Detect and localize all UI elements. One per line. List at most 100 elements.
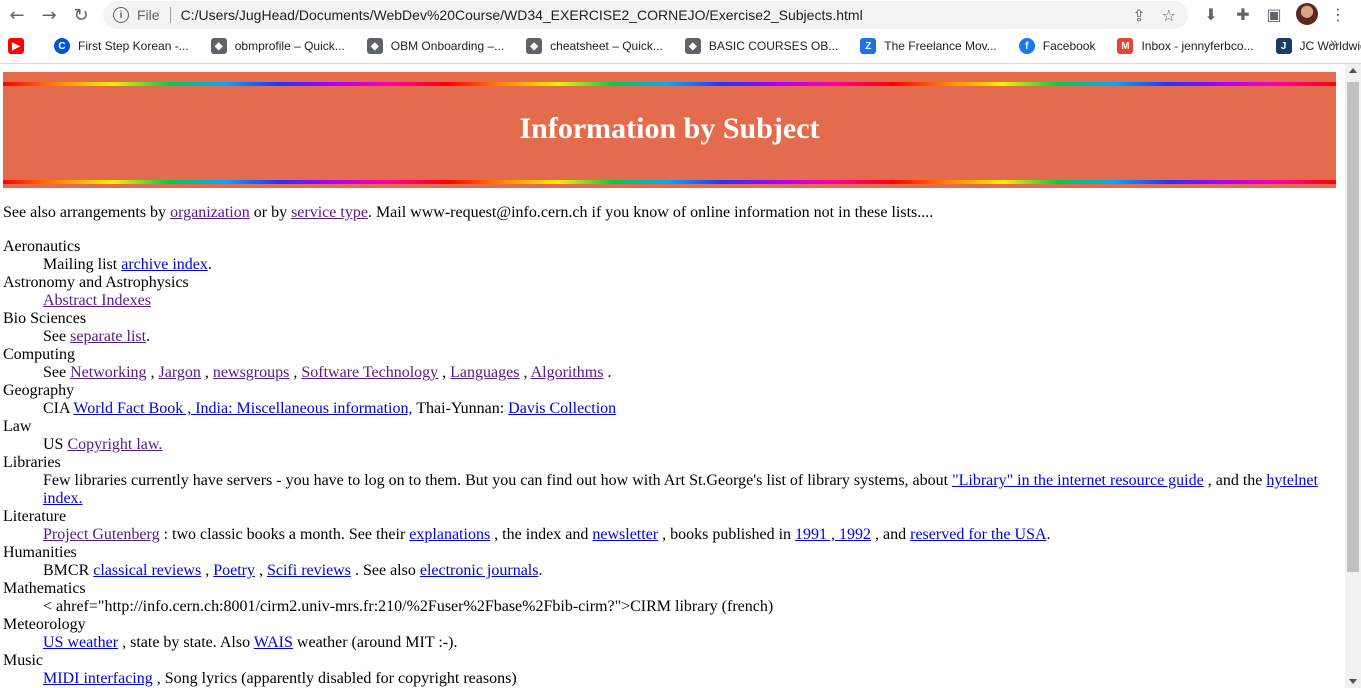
more-bookmarks-icon[interactable]: » <box>1330 34 1338 50</box>
separator: , <box>200 364 213 381</box>
subject-term: Aeronautics <box>3 238 81 255</box>
newsletter-link[interactable]: newsletter <box>592 526 658 543</box>
library-resource-guide-link[interactable]: "Library" in the internet resource guide <box>952 472 1204 489</box>
bookmark-item[interactable]: f Facebook <box>1018 38 1095 54</box>
download-icon[interactable]: ⬇ <box>1200 3 1222 25</box>
bookmark-label: First Step Korean -... <box>78 39 189 53</box>
subject-term: Astronomy and Astrophysics <box>3 274 189 291</box>
reload-icon[interactable]: ↻ <box>68 2 94 28</box>
subject-description: US weather , state by state. Also WAIS w… <box>43 634 1333 652</box>
networking-link[interactable]: Networking <box>70 364 146 381</box>
subject-term: Law <box>3 418 32 435</box>
scroll-down-arrow-icon[interactable] <box>1349 679 1357 684</box>
shield-icon: ◆ <box>684 38 701 54</box>
davis-collection-link[interactable]: Davis Collection <box>508 400 616 417</box>
us-weather-link[interactable]: US weather <box>43 634 118 651</box>
desc-text: See <box>43 364 71 381</box>
wais-link[interactable]: WAIS <box>254 634 293 651</box>
languages-link[interactable]: Languages <box>450 364 519 381</box>
rainbow-rule-top <box>3 82 1336 86</box>
forward-arrow-icon[interactable]: → <box>36 2 62 28</box>
star-bookmark-icon[interactable]: ☆ <box>1162 6 1176 25</box>
share-icon[interactable]: ⇪ <box>1132 6 1145 25</box>
desc-text: : two classic books a month. See their <box>159 526 410 543</box>
explanations-link[interactable]: explanations <box>409 526 490 543</box>
subject-term: Meteorology <box>3 616 86 633</box>
bookmark-item[interactable]: ◆ OBM Onboarding –... <box>366 38 504 54</box>
bookmark-label: The Freelance Mov... <box>884 39 997 53</box>
scroll-up-arrow-icon[interactable] <box>1349 68 1357 73</box>
service-type-link[interactable]: service type <box>291 204 368 221</box>
separator: , <box>146 364 159 381</box>
separator: , <box>438 364 451 381</box>
desc-text: BMCR <box>43 562 94 579</box>
profile-avatar[interactable] <box>1296 3 1318 25</box>
newsgroups-link[interactable]: newsgroups <box>213 364 289 381</box>
world-fact-book-link[interactable]: World Fact Book , India: Miscellaneous i… <box>73 400 412 417</box>
info-icon[interactable]: i <box>113 7 129 23</box>
project-gutenberg-link[interactable]: Project Gutenberg <box>43 526 160 543</box>
desc-text: Thai-Yunnan: <box>412 400 509 417</box>
copyright-law-link[interactable]: Copyright law. <box>67 436 162 453</box>
midi-interfacing-link[interactable]: MIDI interfacing <box>43 670 153 687</box>
side-panel-icon[interactable]: ▣ <box>1263 3 1285 25</box>
bookmark-item[interactable]: ◆ cheatsheet – Quick... <box>526 38 663 54</box>
address-bar[interactable]: i File C:/Users/JugHead/Documents/WebDev… <box>103 1 1188 29</box>
desc-text: , Song lyrics (apparently disabled for c… <box>152 670 517 687</box>
bookmark-item[interactable]: ◆ obmprofile – Quick... <box>210 38 345 54</box>
extensions-puzzle-icon[interactable]: ✚ <box>1232 3 1254 25</box>
scifi-reviews-link[interactable]: Scifi reviews <box>267 562 351 579</box>
bookmark-item[interactable]: JJC Worldwide <box>1275 38 1361 54</box>
subject-description: Mailing list archive index. <box>43 256 1333 274</box>
classical-reviews-link[interactable]: classical reviews <box>93 562 201 579</box>
desc-text: . <box>207 256 212 273</box>
subject-description: See Networking , Jargon , newsgroups , S… <box>43 364 1333 382</box>
electronic-journals-link[interactable]: electronic journals <box>420 562 539 579</box>
separate-list-link[interactable]: separate list <box>70 328 146 345</box>
bookmark-item[interactable]: Z The Freelance Mov... <box>860 38 997 54</box>
subject-term: Humanities <box>3 544 77 561</box>
bookmark-label: Inbox - jennyferbco... <box>1141 39 1254 53</box>
browser-toolbar: ← → ↻ i File C:/Users/JugHead/Documents/… <box>0 0 1361 30</box>
subject-description: MIDI interfacing , Song lyrics (apparent… <box>43 670 1333 688</box>
bookmark-item[interactable]: ◆ BASIC COURSES OB... <box>684 38 838 54</box>
desc-text: , books published in <box>658 526 796 543</box>
bookmark-item[interactable]: M Inbox - jennyferbco... <box>1117 38 1254 54</box>
bookmark-item[interactable]: C First Step Korean -... <box>54 38 189 54</box>
separator: , <box>289 364 302 381</box>
facebook-icon: f <box>1018 38 1035 54</box>
reserved-usa-link[interactable]: reserved for the USA <box>910 526 1046 543</box>
vertical-scrollbar[interactable] <box>1345 64 1361 688</box>
back-arrow-icon[interactable]: ← <box>4 2 30 28</box>
abstract-indexes-link[interactable]: Abstract Indexes <box>43 292 151 309</box>
desc-text: CIA <box>43 400 74 417</box>
page-viewport: Information by Subject See also arrangem… <box>0 64 1345 688</box>
freelance-icon: Z <box>860 38 877 54</box>
subject-description: < ahref="http://info.cern.ch:8001/cirm2.… <box>43 598 1333 616</box>
desc-text: . <box>1046 526 1051 543</box>
jargon-link[interactable]: Jargon <box>159 364 201 381</box>
subject-term: Music <box>3 652 43 669</box>
bookmark-item[interactable]: ▶ <box>8 38 32 54</box>
poetry-link[interactable]: Poetry <box>213 562 255 579</box>
scrollbar-thumb[interactable] <box>1347 82 1359 572</box>
shield-icon: ◆ <box>366 38 383 54</box>
shield-icon: ◆ <box>526 38 543 54</box>
menu-kebab-icon[interactable]: ⋮ <box>1327 3 1349 25</box>
coursera-icon: C <box>54 38 70 54</box>
omnibox-divider <box>169 7 171 23</box>
intro-paragraph: See also arrangements by organization or… <box>3 204 1333 222</box>
archive-index-link[interactable]: archive index <box>121 256 208 273</box>
desc-text: weather (around MIT :-). <box>292 634 458 651</box>
algorithms-link[interactable]: Algorithms <box>531 364 604 381</box>
software-technology-link[interactable]: Software Technology <box>301 364 438 381</box>
desc-text: . <box>146 328 151 345</box>
books-1991-1992-link[interactable]: 1991 , 1992 <box>795 526 871 543</box>
organization-link[interactable]: organization <box>170 204 250 221</box>
page-title: Information by Subject <box>519 112 820 145</box>
subject-description: CIA World Fact Book , India: Miscellaneo… <box>43 400 1333 418</box>
subject-description: Abstract Indexes <box>43 292 1333 310</box>
subject-description: US Copyright law. <box>43 436 1333 454</box>
url-text[interactable]: C:/Users/JugHead/Documents/WebDev%20Cour… <box>181 7 1133 23</box>
bookmark-label: obmprofile – Quick... <box>234 39 345 53</box>
